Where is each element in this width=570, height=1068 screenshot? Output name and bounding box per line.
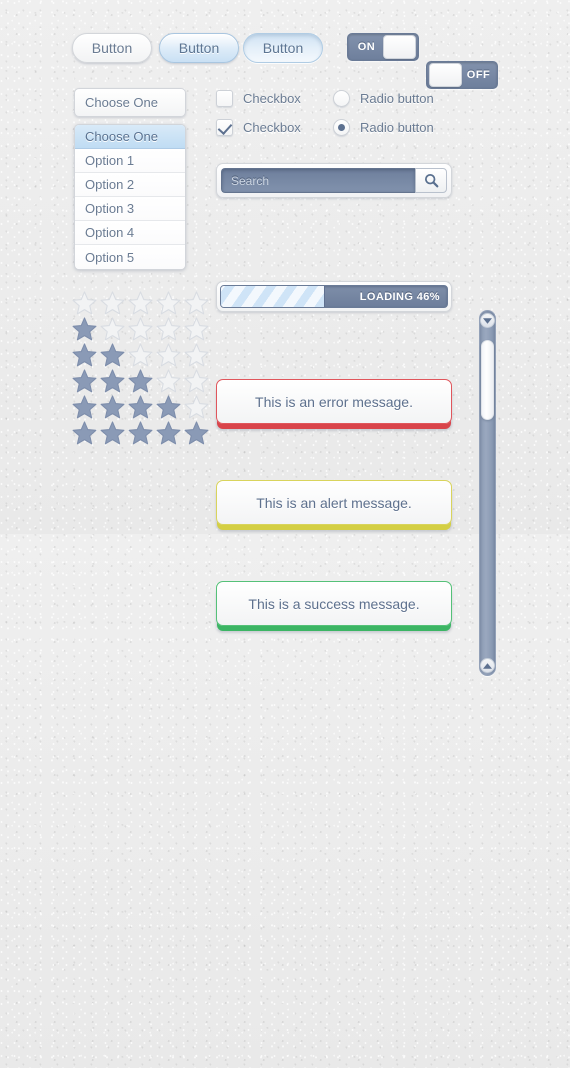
list-item[interactable]: Option 3: [75, 197, 185, 221]
scroll-down-arrow-button[interactable]: [480, 313, 495, 328]
checkbox-checked-label: Checkbox: [243, 120, 301, 135]
star-filled-icon[interactable]: [100, 369, 125, 393]
toggle-on[interactable]: ON: [347, 33, 419, 61]
list-item-label: Option 5: [85, 249, 135, 265]
star-empty-icon[interactable]: [156, 369, 181, 393]
star-empty-icon[interactable]: [128, 291, 153, 315]
list-item-label: Choose One: [85, 129, 158, 144]
star-rating-row[interactable]: [72, 316, 209, 342]
chevron-down-icon: [483, 317, 492, 324]
list-item-label: Option 1: [85, 153, 135, 168]
select-choose-one[interactable]: Choose One: [74, 88, 186, 117]
button-hover[interactable]: Button: [159, 33, 239, 63]
star-filled-icon[interactable]: [72, 395, 97, 419]
list-item[interactable]: Option 2: [75, 173, 185, 197]
star-empty-icon[interactable]: [128, 317, 153, 341]
radio-unselected-label: Radio button: [360, 91, 434, 106]
message-alert-text: This is an alert message.: [256, 494, 412, 511]
star-filled-icon[interactable]: [72, 369, 97, 393]
list-item[interactable]: Choose One: [75, 125, 185, 149]
progress-label: LOADING 46%: [359, 290, 440, 303]
star-rating-row[interactable]: [72, 290, 209, 316]
star-rating-group[interactable]: [72, 290, 209, 446]
radio-unselected-row[interactable]: Radio button: [333, 90, 434, 107]
list-item-label: Option 4: [85, 225, 135, 240]
radio-selected-row[interactable]: Radio button: [333, 119, 434, 136]
chevron-up-icon: [483, 662, 492, 669]
star-filled-icon[interactable]: [72, 317, 97, 341]
search-button[interactable]: [415, 168, 447, 193]
message-error-text: This is an error message.: [255, 393, 413, 410]
star-empty-icon[interactable]: [72, 291, 97, 315]
star-filled-icon[interactable]: [156, 395, 181, 419]
search-input[interactable]: Search: [221, 168, 415, 193]
star-filled-icon[interactable]: [128, 369, 153, 393]
star-empty-icon[interactable]: [156, 343, 181, 367]
star-empty-icon[interactable]: [184, 369, 209, 393]
message-alert: This is an alert message.: [216, 480, 452, 525]
progress-fill: [221, 286, 325, 307]
star-filled-icon[interactable]: [100, 421, 125, 445]
message-success-text: This is a success message.: [248, 595, 420, 612]
star-filled-icon[interactable]: [72, 343, 97, 367]
star-empty-icon[interactable]: [184, 395, 209, 419]
toggle-off-label: OFF: [466, 69, 491, 81]
checkbox-checked[interactable]: [216, 119, 233, 136]
star-filled-icon[interactable]: [72, 421, 97, 445]
checkbox-checked-row[interactable]: Checkbox: [216, 119, 301, 136]
star-empty-icon[interactable]: [100, 291, 125, 315]
star-rating-row[interactable]: [72, 394, 209, 420]
star-empty-icon[interactable]: [184, 317, 209, 341]
button-normal[interactable]: Button: [72, 33, 152, 63]
message-error: This is an error message.: [216, 379, 452, 424]
star-filled-icon[interactable]: [184, 421, 209, 445]
search-icon: [424, 173, 438, 188]
toggle-on-knob[interactable]: [382, 35, 416, 59]
radio-selected[interactable]: [333, 119, 350, 136]
search-placeholder: Search: [231, 173, 270, 188]
star-empty-icon[interactable]: [156, 317, 181, 341]
star-empty-icon[interactable]: [184, 291, 209, 315]
checkbox-unchecked-row[interactable]: Checkbox: [216, 90, 301, 107]
vertical-scrollbar-thumb[interactable]: [481, 340, 494, 420]
list-item-label: Option 2: [85, 177, 135, 192]
star-empty-icon[interactable]: [128, 343, 153, 367]
checkbox-unchecked-label: Checkbox: [243, 91, 301, 106]
progress-bar: LOADING 46%: [216, 281, 452, 312]
button-hover-label: Button: [178, 40, 220, 56]
toggle-off-knob[interactable]: [429, 63, 463, 87]
star-empty-icon[interactable]: [156, 291, 181, 315]
star-filled-icon[interactable]: [128, 395, 153, 419]
list-item[interactable]: Option 5: [75, 245, 185, 269]
star-filled-icon[interactable]: [156, 421, 181, 445]
button-active-label: Button: [262, 40, 304, 56]
star-filled-icon[interactable]: [100, 395, 125, 419]
radio-unselected[interactable]: [333, 90, 350, 107]
button-active[interactable]: Button: [243, 33, 323, 63]
radio-selected-label: Radio button: [360, 120, 434, 135]
search-bar[interactable]: Search: [216, 163, 452, 198]
star-rating-row[interactable]: [72, 420, 209, 446]
star-rating-row[interactable]: [72, 342, 209, 368]
message-success: This is a success message.: [216, 581, 452, 626]
toggle-on-label: ON: [357, 41, 376, 53]
star-filled-icon[interactable]: [128, 421, 153, 445]
list-item-label: Option 3: [85, 201, 135, 216]
star-filled-icon[interactable]: [100, 343, 125, 367]
scroll-up-arrow-button[interactable]: [480, 658, 495, 673]
list-item[interactable]: Option 1: [75, 149, 185, 173]
button-normal-label: Button: [91, 40, 133, 56]
vertical-scrollbar[interactable]: [479, 310, 496, 676]
ui-kit-canvas: Button Button Button ON OFF Choose One C…: [0, 0, 570, 676]
toggle-off[interactable]: OFF: [426, 61, 498, 89]
option-list[interactable]: Choose One Option 1 Option 2 Option 3 Op…: [74, 124, 186, 270]
star-empty-icon[interactable]: [100, 317, 125, 341]
list-item[interactable]: Option 4: [75, 221, 185, 245]
star-rating-row[interactable]: [72, 368, 209, 394]
select-value: Choose One: [85, 95, 158, 110]
star-empty-icon[interactable]: [184, 343, 209, 367]
checkbox-unchecked[interactable]: [216, 90, 233, 107]
